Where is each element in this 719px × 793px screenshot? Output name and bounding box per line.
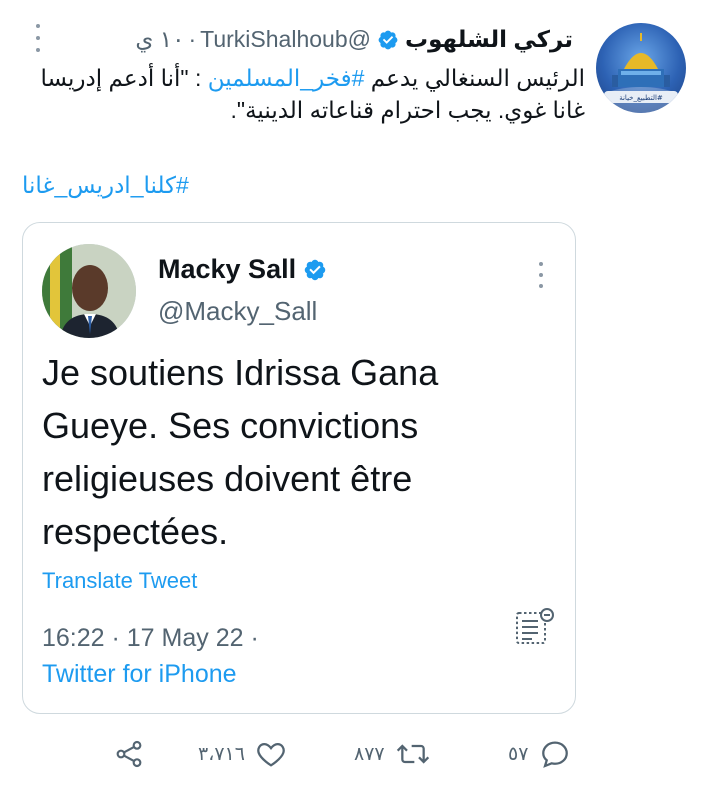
quoted-text: Je soutiens Idrissa Gana Gueye. Ses conv… bbox=[42, 352, 439, 552]
quoted-author: Macky Sall bbox=[158, 254, 327, 285]
like-action[interactable]: ٣،٧١٦ bbox=[198, 736, 287, 772]
verified-icon bbox=[303, 258, 327, 282]
retweet-icon bbox=[396, 744, 429, 764]
verified-icon bbox=[377, 29, 399, 51]
reply-action[interactable]: ٥٧ bbox=[508, 736, 572, 772]
translate-link[interactable]: Translate Tweet bbox=[42, 568, 197, 594]
retweet-action[interactable]: ٨٧٧ bbox=[354, 736, 431, 772]
reply-count: ٥٧ bbox=[508, 743, 529, 765]
reply-icon bbox=[542, 741, 569, 768]
like-icon bbox=[257, 742, 285, 767]
author-avatar[interactable]: التطبيع_خيانة# bbox=[596, 23, 686, 113]
more-icon[interactable] bbox=[534, 262, 548, 288]
note-icon[interactable] bbox=[514, 606, 556, 648]
retweet-count: ٨٧٧ bbox=[354, 743, 385, 765]
tweet-text: الرئيس السنغالي يدعم #فخر_المسلمين : "أن… bbox=[25, 62, 585, 126]
quoted-source[interactable]: Twitter for iPhone bbox=[42, 660, 237, 689]
share-action[interactable] bbox=[113, 736, 145, 772]
like-count: ٣،٧١٦ bbox=[198, 743, 245, 765]
author-header: تركي الشلهوب @TurkiShalhoub · ١٠ ي bbox=[135, 26, 573, 53]
author-handle[interactable]: @TurkiShalhoub bbox=[200, 26, 371, 53]
avatar-caption: التطبيع_خيانة# bbox=[619, 94, 663, 102]
tweet-time[interactable]: ١٠ ي bbox=[135, 26, 184, 53]
more-icon[interactable] bbox=[28, 24, 48, 52]
share-icon bbox=[116, 740, 142, 768]
author-name[interactable]: تركي الشلهوب bbox=[405, 26, 573, 53]
quoted-name[interactable]: Macky Sall bbox=[158, 254, 296, 285]
quoted-timestamp[interactable]: 16:22 · 17 May 22 · bbox=[42, 624, 259, 653]
hashtag-link-2[interactable]: #كلنا_ادريس_غانا bbox=[22, 172, 189, 199]
separator: · bbox=[188, 26, 197, 52]
tweet-text-prefix: الرئيس السنغالي يدعم bbox=[364, 65, 585, 91]
quoted-handle[interactable]: @Macky_Sall bbox=[158, 296, 317, 327]
quoted-avatar[interactable] bbox=[42, 244, 136, 338]
hashtag-link[interactable]: #فخر_المسلمين bbox=[208, 65, 365, 91]
